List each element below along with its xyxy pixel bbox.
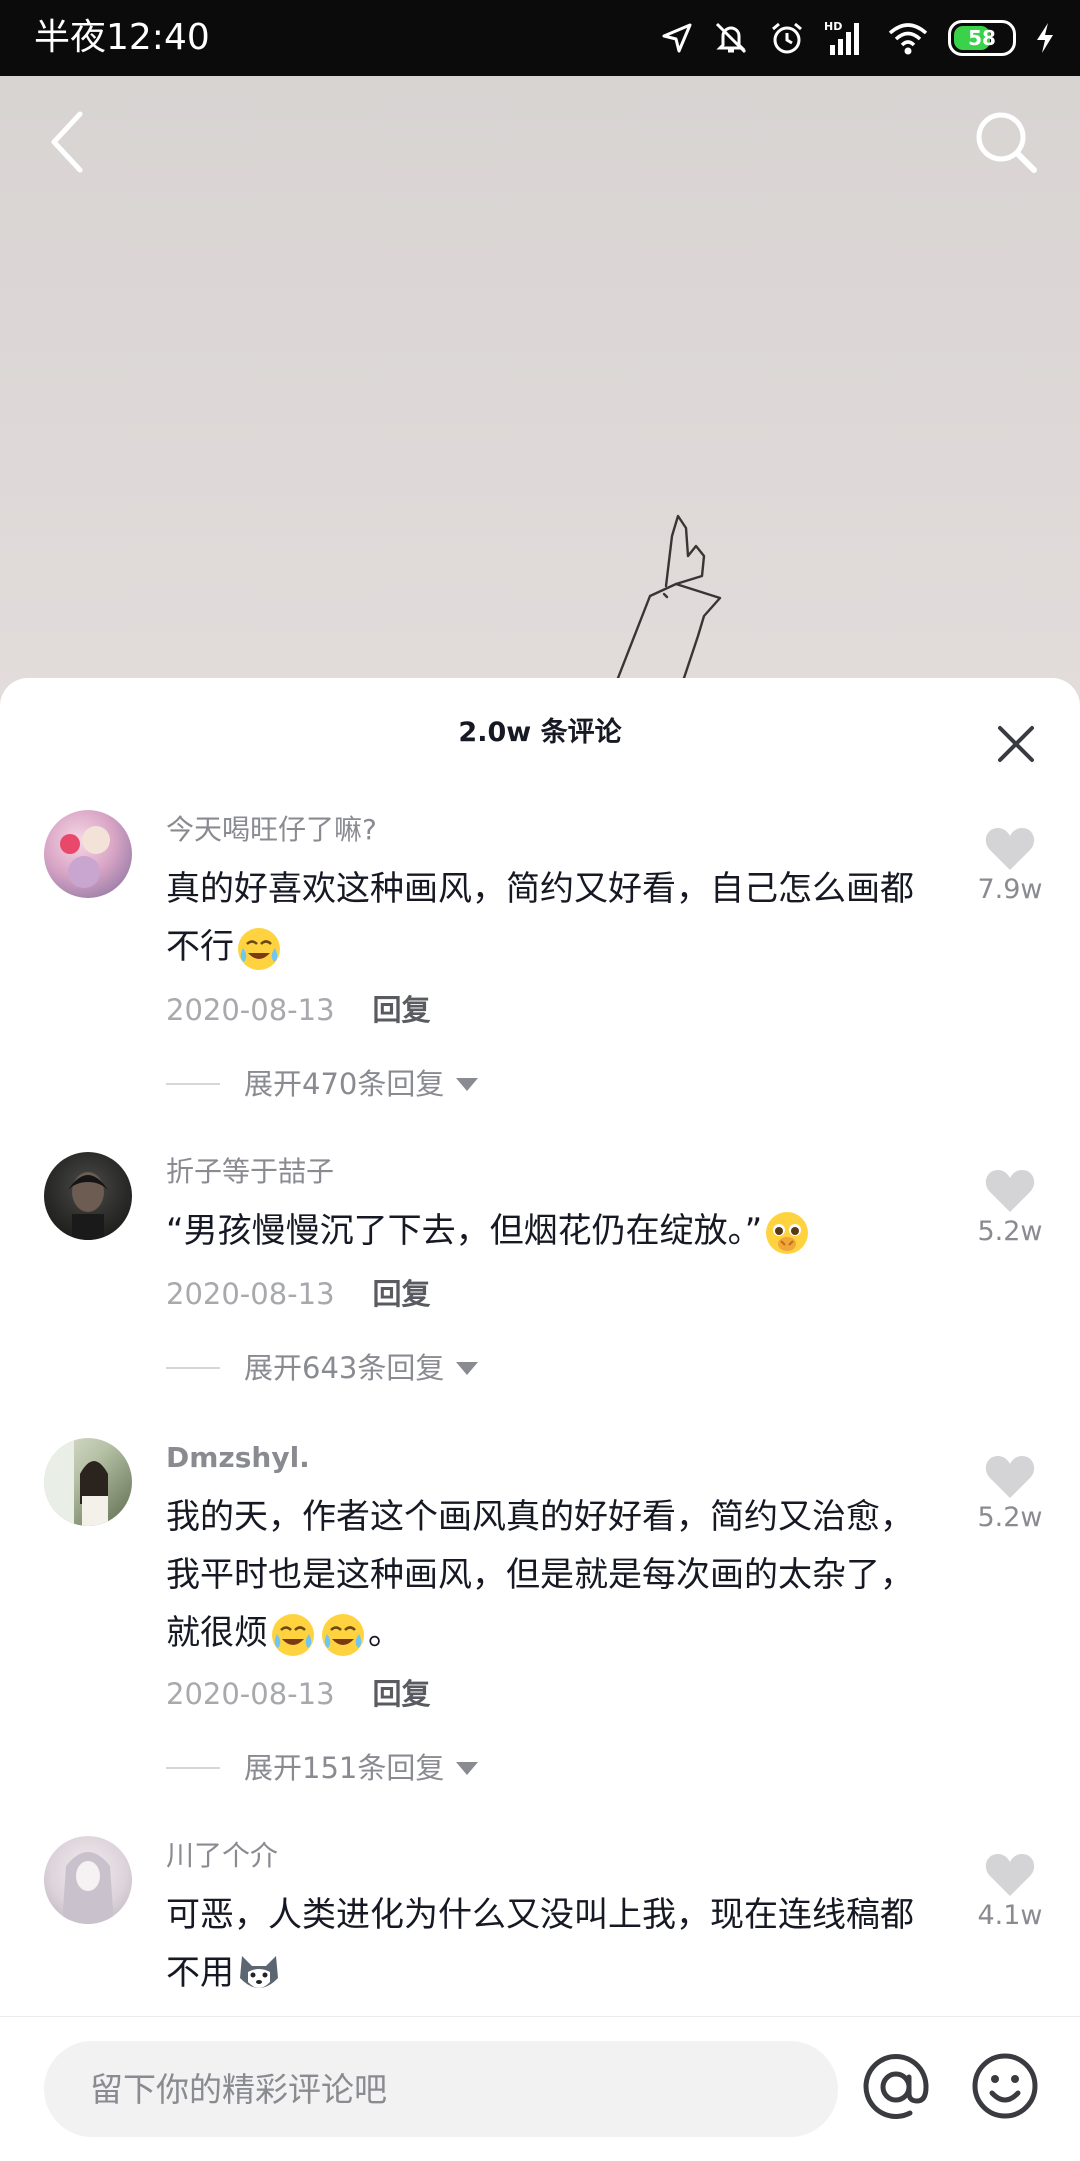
heart-icon: [985, 828, 1035, 870]
comment-username[interactable]: 今天喝旺仔了嘛?: [166, 810, 377, 850]
expand-replies-button[interactable]: 展开643条回复: [166, 1348, 479, 1388]
like-count: 5.2w: [977, 1216, 1043, 1247]
comment-input-bar: [0, 2016, 1080, 2161]
location-icon: [662, 23, 692, 53]
video-player[interactable]: [0, 76, 1080, 716]
comment-text: 真的好喜欢这种画风，简约又好看，自己怎么画都不行: [166, 860, 946, 976]
avatar[interactable]: [44, 810, 132, 898]
caret-down-icon: [456, 1361, 479, 1375]
avatar[interactable]: [44, 1438, 132, 1526]
comments-sheet: 2.0w 条评论 今天喝旺仔了嘛? 真的好喜欢这种画风，简约又好看，自己怎么画都…: [0, 678, 1080, 2160]
reply-button[interactable]: 回复: [373, 990, 431, 1030]
expand-replies-label: 展开470条回复: [244, 1067, 445, 1101]
comment-text: 我的天，作者这个画风真的好好看，简约又治愈，我平时也是这种画风，但是就是每次画的…: [166, 1488, 926, 1662]
charging-icon: [1037, 23, 1053, 53]
back-arrow-icon[interactable]: [40, 102, 100, 182]
comments-count-title: 2.0w 条评论: [458, 717, 622, 748]
video-drawing: [616, 514, 722, 680]
comment-meta: 2020-08-13 回复: [166, 1274, 431, 1314]
comment-username[interactable]: Dmzshyl.: [166, 1438, 310, 1478]
emoji-icon[interactable]: [970, 2051, 1040, 2121]
caret-down-icon: [456, 1077, 479, 1091]
divider: [166, 1767, 220, 1769]
alarm-icon: [772, 22, 802, 54]
heart-icon: [985, 1170, 1035, 1212]
like-count: 4.1w: [977, 1900, 1043, 1931]
comment-text: “男孩慢慢沉了下去，但烟花仍在绽放。”: [166, 1202, 946, 1260]
status-bar: 半夜12:40 HD 58: [0, 0, 1080, 76]
comment-username[interactable]: 川了个介: [166, 1836, 278, 1876]
like-button[interactable]: 4.1w: [970, 1852, 1050, 1931]
divider: [166, 1367, 220, 1369]
heart-icon: [985, 1854, 1035, 1896]
heart-icon: [985, 1456, 1035, 1498]
divider: [166, 1083, 220, 1085]
comment-meta: 2020-08-13 回复: [166, 990, 431, 1030]
close-icon[interactable]: [994, 722, 1038, 766]
comment-username[interactable]: 折子等于喆子: [166, 1152, 334, 1192]
expand-replies-button[interactable]: 展开470条回复: [166, 1064, 479, 1104]
like-button[interactable]: 7.9w: [970, 826, 1050, 905]
comment-text: 可恶，人类进化为什么又没叫上我，现在连线稿都不用: [166, 1886, 946, 2002]
avatar[interactable]: [44, 1836, 132, 1924]
comment-date: 2020-08-13: [166, 1277, 335, 1311]
crying-laughing-emoji-icon: [238, 927, 280, 970]
crying-laughing-emoji-icon: [272, 1613, 314, 1656]
comment-meta: 2020-08-13 回复: [166, 1674, 431, 1714]
caret-down-icon: [456, 1761, 479, 1775]
battery-icon: 58: [948, 20, 1016, 56]
crying-laughing-emoji-icon: [322, 1613, 364, 1656]
wifi-icon: [888, 23, 928, 55]
status-icons: HD 58: [660, 14, 1056, 62]
expand-replies-label: 展开643条回复: [244, 1351, 445, 1385]
hd-signal-icon: HD: [824, 20, 859, 55]
comment-date: 2020-08-13: [166, 993, 335, 1027]
comment-input[interactable]: [44, 2041, 838, 2137]
reply-button[interactable]: 回复: [373, 1674, 431, 1714]
at-icon[interactable]: [860, 2051, 932, 2123]
pleading-face-emoji-icon: [766, 1211, 809, 1254]
reply-button[interactable]: 回复: [373, 1274, 431, 1314]
search-icon[interactable]: [970, 106, 1042, 178]
status-time: 半夜12:40: [34, 17, 210, 58]
expand-replies-label: 展开151条回复: [244, 1751, 445, 1785]
expand-replies-button[interactable]: 展开151条回复: [166, 1748, 479, 1788]
like-count: 7.9w: [977, 874, 1043, 905]
husky-dog-emoji-icon: [240, 1955, 278, 1988]
mute-icon: [715, 22, 747, 54]
like-button[interactable]: 5.2w: [970, 1168, 1050, 1247]
like-button[interactable]: 5.2w: [970, 1454, 1050, 1533]
svg-text:HD: HD: [824, 20, 842, 33]
avatar[interactable]: [44, 1152, 132, 1240]
comment-date: 2020-08-13: [166, 1677, 335, 1711]
like-count: 5.2w: [977, 1502, 1043, 1533]
battery-level: 58: [968, 26, 996, 50]
